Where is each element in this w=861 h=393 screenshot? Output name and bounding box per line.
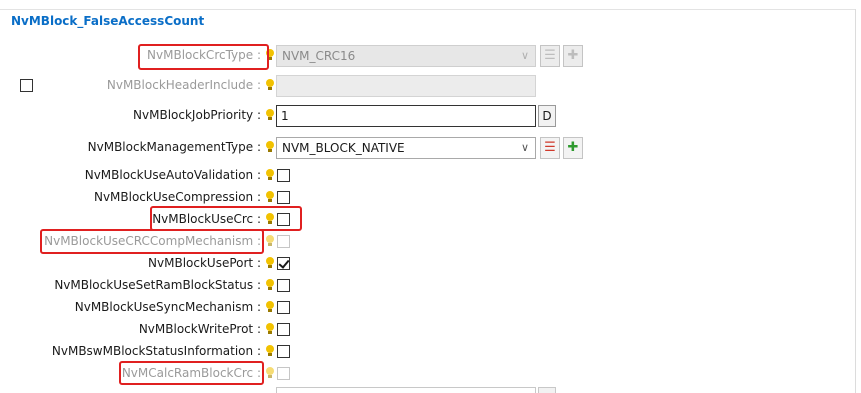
lightbulb-icon[interactable] [266,301,274,313]
sync-mechanism-label: NvMBlockUseSyncMechanism : [74,300,261,314]
highlight-use-crc [150,206,302,231]
auto-validation-checkbox[interactable] [277,169,290,182]
list-icon[interactable]: ☰ [540,45,560,67]
row-sync-mechanism: NvMBlockUseSyncMechanism : [0,297,855,319]
crc-type-value: NVM_CRC16 [282,49,356,63]
job-priority-value: 1 [281,109,289,123]
auto-validation-label: NvMBlockUseAutoValidation : [84,168,261,182]
management-type-value: NVM_BLOCK_NATIVE [282,141,405,155]
row-write-prot: NvMBlockWriteProt : [0,319,855,341]
set-ram-block-status-label: NvMBlockUseSetRamBlockStatus : [54,278,261,292]
use-port-label: NvMBlockUsePort : [148,256,261,270]
page-title: NvMBlock_FalseAccessCount [11,14,205,28]
row-set-ram-block-status: NvMBlockUseSetRamBlockStatus : [0,275,855,297]
plus-icon[interactable]: ✚ [563,45,583,67]
management-type-select[interactable]: NVM_BLOCK_NATIVE ∨ [276,137,536,159]
list-icon[interactable]: ☰ [540,137,560,159]
status-information-label: NvMBswMBlockStatusInformation : [51,344,261,358]
chevron-down-icon[interactable]: ∨ [521,49,529,62]
row-use-compression: NvMBlockUseCompression : [0,187,855,209]
lightbulb-icon[interactable] [266,169,274,181]
job-priority-input[interactable]: 1 [276,105,536,127]
header-include-label: NvMBlockHeaderInclude : [106,78,261,92]
chevron-down-icon[interactable]: ∨ [521,141,529,154]
lightbulb-icon[interactable] [266,323,274,335]
highlight-crc-type [138,44,269,70]
header-include-enable-checkbox[interactable] [20,79,33,92]
lightbulb-icon[interactable] [266,345,274,357]
lightbulb-icon[interactable] [266,279,274,291]
lightbulb-icon[interactable] [266,109,274,121]
lightbulb-icon[interactable] [266,141,274,153]
row-header-include: NvMBlockHeaderInclude : [0,75,855,97]
management-type-label: NvMBlockManagementType : [87,140,261,154]
crc-type-select[interactable]: NVM_CRC16 ∨ [276,45,536,67]
highlight-crc-comp-mechanism [40,229,264,254]
lightbulb-icon[interactable] [266,257,274,269]
write-prot-label: NvMBlockWriteProt : [138,322,261,336]
crc-comp-mechanism-checkbox[interactable] [277,235,290,248]
row-auto-validation: NvMBlockUseAutoValidation : [0,165,855,187]
lightbulb-icon[interactable] [266,367,274,379]
row-use-crc: NvMBlockUseCrc : [0,209,855,231]
row-use-port: NvMBlockUsePort : [0,253,855,275]
calc-ram-block-crc-checkbox[interactable] [277,367,290,380]
lightbulb-icon[interactable] [266,191,274,203]
row-status-information: NvMBswMBlockStatusInformation : [0,341,855,363]
write-prot-checkbox[interactable] [277,323,290,336]
lightbulb-icon[interactable] [266,79,274,91]
sync-mechanism-checkbox[interactable] [277,301,290,314]
lightbulb-icon[interactable] [266,235,274,247]
use-compression-label: NvMBlockUseCompression : [93,190,261,204]
plus-icon[interactable]: ✚ [563,137,583,159]
right-scrollbar-edge [855,9,856,393]
use-port-checkbox[interactable] [277,257,290,270]
row-management-type: NvMBlockManagementType : NVM_BLOCK_NATIV… [0,137,855,159]
row-crc-type: NvMBlockCrcType : NVM_CRC16 ∨ ☰ ✚ [0,45,855,67]
default-value-button[interactable]: D [538,105,556,127]
set-ram-block-status-checkbox[interactable] [277,279,290,292]
job-priority-label: NvMBlockJobPriority : [133,108,261,122]
highlight-calc-ram-block-crc [119,361,264,385]
status-information-checkbox[interactable] [277,345,290,358]
use-compression-checkbox[interactable] [277,191,290,204]
next-button-partial [538,387,556,393]
header-include-input[interactable] [276,75,536,97]
next-field-partial [276,387,536,393]
row-job-priority: NvMBlockJobPriority : 1 D [0,105,855,127]
top-divider [0,9,855,10]
